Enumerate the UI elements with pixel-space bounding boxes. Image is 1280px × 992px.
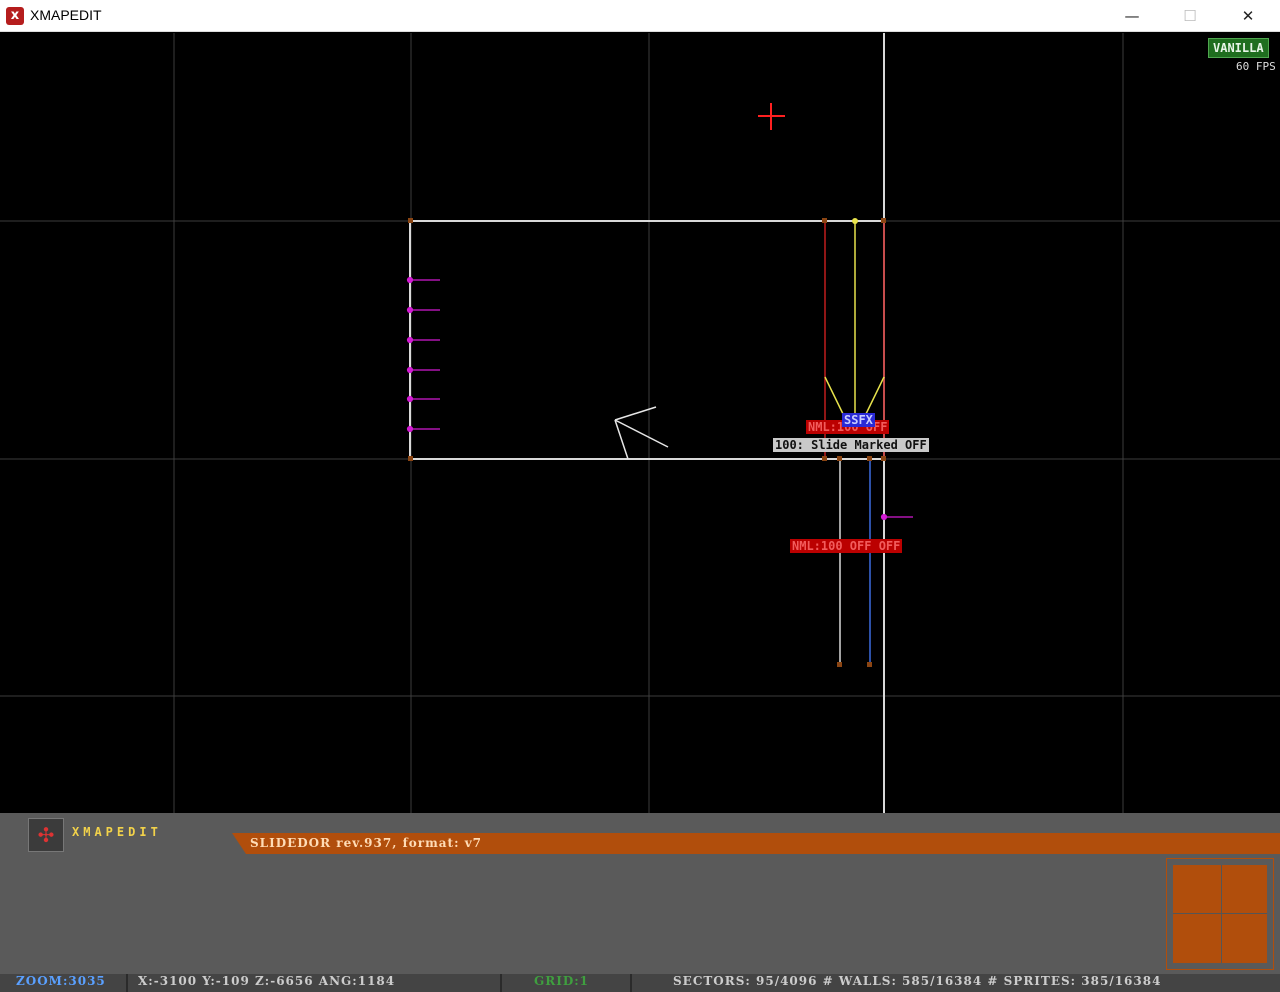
xmapedit-logo-icon: ✣ [28,818,64,852]
vertex-selected[interactable] [852,218,858,224]
status-bar: ZOOM:3035 X:-3100 Y:-109 Z:-6656 ANG:118… [0,974,1280,992]
status-separator [126,974,128,992]
arrow-line [614,406,657,421]
minimize-button[interactable]: — [1103,0,1161,32]
maximize-icon: ☐ [1183,7,1197,25]
vertex [867,662,872,667]
map-wall [824,376,846,419]
grid-readout: GRID:1 [534,974,590,988]
counts-readout: SECTORS: 95/4096 # WALLS: 585/16384 # SP… [673,974,1162,988]
sprite-marker [406,336,414,344]
bottom-panel: ✣ XMAPEDIT SLIDEDOR rev.937, format: v7 [0,813,1280,992]
minimap-area [1173,865,1267,963]
vertex [881,218,886,223]
minimap-crosshair-v [1221,865,1222,963]
status-separator [500,974,502,992]
vertex [822,218,827,223]
maximize-button[interactable]: ☐ [1161,0,1219,32]
map-info-bar: SLIDEDOR rev.937, format: v7 [232,833,1280,854]
wall-sprites[interactable] [406,276,914,521]
crosshair-cursor-icon [758,103,785,130]
vertex [822,456,827,461]
sprite-label-ssfx[interactable]: SSFX [842,413,875,427]
zoom-readout: ZOOM:3035 [16,974,106,988]
logo-text: XMAPEDIT [72,825,162,839]
sprite-marker [406,395,414,403]
map-drawing[interactable] [0,33,1280,833]
sprite-label-nml-bottom[interactable]: NML:100 OFF OFF [790,539,903,553]
window-title: XMAPEDIT [30,7,102,23]
sprite-marker [406,366,414,374]
window-titlebar[interactable]: x XMAPEDIT — ☐ ✕ [0,0,1280,32]
door-yellow-walls[interactable] [824,221,885,425]
fps-counter: 60 FPS [1236,60,1276,73]
vertex [881,456,886,461]
vertex [837,662,842,667]
map-info-text: SLIDEDOR rev.937, format: v7 [250,836,483,850]
status-separator [630,974,632,992]
sprite-marker [880,513,888,521]
vertex [408,218,413,223]
close-button[interactable]: ✕ [1219,0,1277,32]
close-icon: ✕ [1241,7,1255,25]
minimap-crosshair-h [1173,913,1267,914]
minimize-icon: — [1124,7,1140,25]
sprite-marker [406,306,414,314]
sprite-marker [406,425,414,433]
minimap[interactable] [1166,858,1274,970]
app-icon: x [6,7,24,25]
vertex [837,456,842,461]
vertex [867,456,872,461]
map-wall [863,376,885,419]
coords-readout: X:-3100 Y:-109 Z:-6656 ANG:1184 [138,974,396,988]
sprite-label-slide[interactable]: 100: Slide Marked OFF [773,438,929,452]
vertex [408,456,413,461]
sprite-marker [406,276,414,284]
mode-badge: VANILLA [1208,38,1269,58]
player-start-arrow[interactable] [614,406,669,460]
map-2d-view[interactable]: NML:100 OFF SSFX 100: Slide Marked OFF N… [0,33,1280,833]
